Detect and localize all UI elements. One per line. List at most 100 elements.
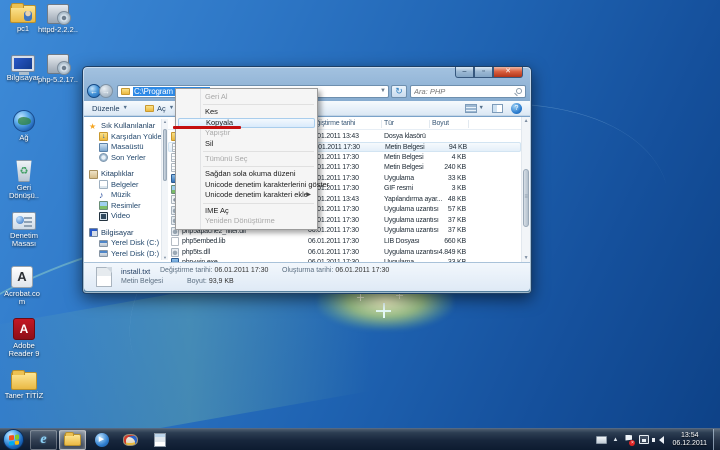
internet-explorer-icon: e	[40, 432, 46, 448]
network-tray-icon[interactable]	[639, 435, 649, 444]
desktop-icon-httpd[interactable]: httpd-2.2.2..	[37, 4, 79, 34]
toolbar-open-button[interactable]: Aç▼	[144, 104, 174, 113]
nav-documents[interactable]: Belgeler	[84, 180, 168, 191]
computer-icon	[11, 55, 35, 72]
taskbar-internet-explorer[interactable]: e	[30, 430, 57, 450]
documents-icon	[99, 180, 108, 189]
menu-item-ime-ac[interactable]: IME Aç	[176, 206, 317, 216]
forward-button[interactable]: →	[99, 84, 113, 98]
installer-icon	[47, 4, 69, 24]
star-icon: ★	[89, 122, 98, 131]
menu-item-yapistir: Yapıştır	[176, 128, 317, 138]
help-button[interactable]: ?	[511, 103, 522, 114]
submenu-arrow-icon: ▶	[306, 190, 311, 200]
installer-icon	[47, 54, 69, 74]
nav-desktop[interactable]: Masaüstü	[84, 142, 168, 153]
details-pane: install.txt Metin Belgesi Değiştirme tar…	[84, 262, 530, 291]
folder-icon	[11, 372, 37, 390]
desktop-icon-ag[interactable]: Ağ	[3, 110, 45, 142]
nav-disk-c[interactable]: Yerel Disk (C:)	[84, 238, 168, 249]
nav-disk-d[interactable]: Yerel Disk (D:)	[84, 249, 168, 260]
taskbar-notepad[interactable]	[146, 430, 173, 450]
desktop-icon-recycle-bin[interactable]: ♻ Geri Dönüşü..	[3, 160, 45, 200]
preview-pane-button[interactable]	[492, 104, 503, 113]
acrobat-icon: A	[11, 266, 33, 288]
close-button[interactable]: ✕	[493, 67, 523, 78]
desktop-icon-label: Denetim Masası	[3, 232, 45, 248]
details-file-type: Metin Belgesi	[121, 278, 163, 285]
menu-item-tumunu-sec: Tümünü Seç	[176, 154, 317, 164]
clock-time: 13:54	[672, 432, 707, 440]
desktop-icon-adobe-reader[interactable]: A Adobe Reader 9	[3, 318, 45, 358]
menu-item-sagdan-sola[interactable]: Sağdan sola okuma düzeni	[176, 169, 317, 179]
maximize-button[interactable]: ▫	[474, 67, 493, 78]
menu-separator	[203, 151, 314, 152]
media-player-icon: ▶	[95, 433, 109, 447]
taskbar: e ▶ ▲ 13:54 06.12.2011	[0, 428, 720, 450]
volume-tray-icon[interactable]	[655, 436, 664, 444]
action-center-icon[interactable]	[624, 435, 633, 445]
taskbar-media-player[interactable]: ▶	[88, 430, 115, 450]
scroll-down-icon[interactable]: ▼	[522, 255, 530, 261]
toolbar-open-label: Aç	[157, 104, 166, 113]
nav-pictures[interactable]: Resimler	[84, 201, 168, 212]
control-panel-icon	[12, 212, 36, 230]
lib-file-icon	[171, 237, 179, 246]
menu-item-geri-al: Geri Al	[176, 92, 317, 102]
caption-buttons: – ▫ ✕	[455, 67, 523, 78]
taskbar-clock[interactable]: 13:54 06.12.2011	[672, 432, 707, 448]
desktop-icon-taner[interactable]: Taner TİTİZ	[3, 372, 45, 400]
context-menu: Geri Al Kes Kopyala Yapıştır Sil Tümünü …	[175, 88, 318, 230]
file-row[interactable]: php5ts.dll06.01.2011 17:30Uygulama uzant…	[168, 247, 521, 258]
keyboard-tray-icon[interactable]	[596, 436, 607, 444]
nav-recent-places[interactable]: Son Yerler	[84, 153, 168, 164]
chevron-down-icon[interactable]: ▼	[479, 105, 484, 111]
show-hidden-icons-button[interactable]: ▲	[613, 437, 619, 443]
refresh-button[interactable]: ↻	[391, 85, 407, 98]
folder-icon	[121, 88, 130, 95]
annotation-red-underline	[173, 126, 241, 129]
scrollbar-thumb[interactable]	[163, 129, 167, 181]
nav-scrollbar[interactable]: ▲ ▼	[161, 119, 168, 260]
column-header-type[interactable]: Tür	[384, 120, 394, 127]
desktop-icon-label: Geri Dönüşü..	[3, 184, 45, 200]
search-box[interactable]	[410, 85, 526, 98]
column-header-size[interactable]: Boyut	[432, 120, 449, 127]
toolbar-organize-button[interactable]: Düzenle▼	[92, 104, 128, 113]
search-input[interactable]	[414, 87, 516, 96]
folder-icon	[145, 105, 154, 112]
desktop-icon-label: Ağ	[3, 134, 45, 142]
nav-downloads[interactable]: Karşıdan Yüklem	[84, 132, 168, 143]
explorer-folder-icon	[64, 434, 81, 446]
taskbar-paint[interactable]	[117, 430, 144, 450]
pictures-icon	[99, 201, 108, 210]
menu-item-unicode-goster[interactable]: Unicode denetim karakterlerini göster	[176, 180, 317, 190]
menu-item-unicode-ekle[interactable]: Unicode denetim karakteri ekle▶	[176, 190, 317, 200]
menu-separator	[203, 166, 314, 167]
details-created: Oluşturma tarihi: 06.01.2011 17:30	[282, 267, 389, 274]
disk-icon	[99, 240, 108, 247]
show-desktop-button[interactable]	[713, 429, 720, 450]
scroll-up-icon[interactable]: ▲	[522, 118, 530, 124]
start-button[interactable]	[3, 429, 24, 450]
menu-item-kes[interactable]: Kes	[176, 107, 317, 117]
search-icon	[516, 88, 522, 94]
file-row[interactable]: php5embed.lib06.01.2011 17:30LIB Dosyası…	[168, 236, 521, 247]
desktop-icon-php[interactable]: php-5.2.17..	[37, 54, 79, 84]
adobe-reader-icon: A	[13, 318, 35, 340]
desktop-icon-acrobat[interactable]: A Acrobat.com	[1, 266, 43, 306]
taskbar-windows-explorer[interactable]	[59, 430, 86, 450]
nav-libraries[interactable]: Kitaplıklar	[84, 169, 168, 180]
minimize-button[interactable]: –	[455, 67, 474, 78]
notepad-icon	[154, 433, 166, 447]
change-view-button[interactable]	[465, 104, 477, 113]
menu-item-sil[interactable]: Sil	[176, 139, 317, 149]
list-scrollbar[interactable]: ▲ ≡ ▼	[521, 117, 530, 262]
address-dropdown-arrow[interactable]: ▼	[380, 88, 386, 94]
nav-favorites[interactable]: ★Sık Kullanılanlar	[84, 121, 168, 132]
desktop-icon-control-panel[interactable]: Denetim Masası	[3, 212, 45, 248]
scrollbar-grip: ≡	[523, 195, 529, 200]
nav-music[interactable]: ♪Müzik	[84, 190, 168, 201]
nav-computer[interactable]: Bilgisayar	[84, 228, 168, 239]
nav-videos[interactable]: Video	[84, 211, 168, 222]
